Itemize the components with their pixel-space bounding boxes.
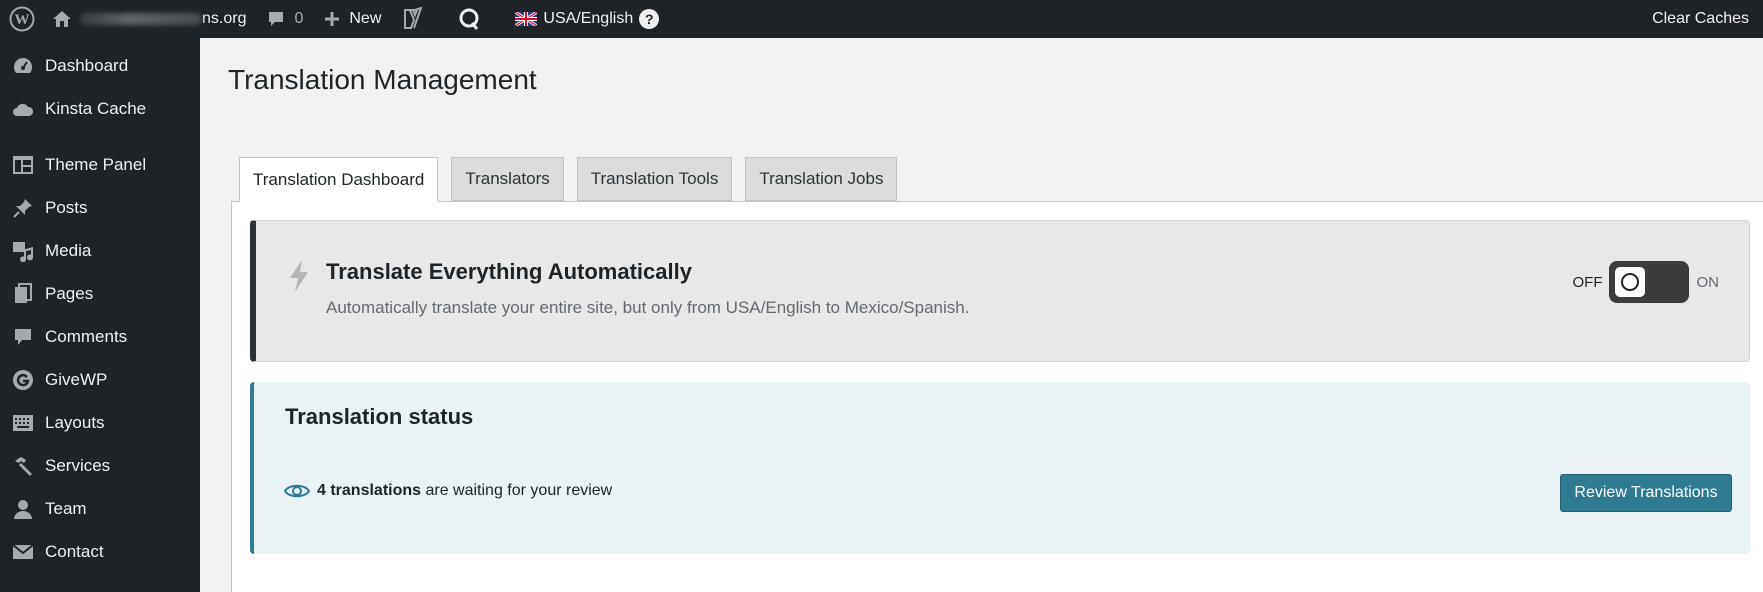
translation-status-title: Translation status [285,404,474,429]
pin-icon [11,196,35,220]
keyboard-icon [11,411,35,435]
site-name-link[interactable]: ns.org [44,0,256,38]
pages-icon [11,282,35,306]
auto-translate-title: Translate Everything Automatically [326,259,692,284]
comments-link[interactable]: 0 [256,0,313,38]
auto-translate-toggle-group: OFF ON [1572,261,1720,303]
admin-bar: W ns.org 0 New USA/English ? Clear Cache… [0,0,1763,38]
sidebar-item-services[interactable]: Services [0,444,200,487]
review-translations-button[interactable]: Review Translations [1560,474,1732,512]
sidebar-item-label: Posts [45,197,88,217]
toggle-off-label: OFF [1572,273,1603,291]
dashboard-icon [11,54,35,78]
clear-caches-button[interactable]: Clear Caches [1642,0,1763,38]
sidebar-item-label: GiveWP [45,369,108,389]
svg-text:W: W [15,12,30,28]
sidebar-item-comments[interactable]: Comments [0,315,200,358]
theme-panel-icon [11,153,35,177]
tab-translation-tools[interactable]: Translation Tools [576,157,733,201]
sidebar-item-kinsta-cache[interactable]: Kinsta Cache [0,87,200,130]
site-name-text: ns.org [202,10,247,27]
eye-icon [284,484,310,498]
home-icon [53,11,71,27]
lightning-bolt-icon [290,260,308,292]
menu-separator [0,130,200,143]
help-icon[interactable]: ? [639,9,660,29]
toggle-on-label: ON [1696,273,1720,291]
sidebar-item-label: Pages [45,283,94,303]
wordpress-logo-icon[interactable]: W [0,0,44,38]
comment-icon [11,325,35,349]
sidebar-item-label: Contact [45,541,104,561]
pending-translations-rest: are waiting for your review [421,482,613,499]
tab-translation-dashboard[interactable]: Translation Dashboard [239,157,439,202]
sidebar-item-dashboard[interactable]: Dashboard [0,44,200,87]
sidebar-item-label: Team [45,498,87,518]
tab-translators[interactable]: Translators [451,157,564,201]
new-label: New [349,10,382,27]
sidebar-item-posts[interactable]: Posts [0,186,200,229]
tab-translation-jobs[interactable]: Translation Jobs [745,157,898,201]
sidebar-item-media[interactable]: Media [0,229,200,272]
sidebar-item-pages[interactable]: Pages [0,272,200,315]
language-label: USA/English [543,10,634,27]
sidebar-item-label: Dashboard [45,55,129,75]
yoast-icon [404,7,423,29]
wpml-icon [459,8,479,30]
sidebar-item-label: Layouts [45,412,105,432]
toggle-circle-icon [1620,273,1639,291]
pending-translations-count: 4 translations [317,482,422,499]
plus-icon [325,12,340,26]
page-title: Translation Management [228,64,537,95]
sidebar-item-givewp[interactable]: GiveWP [0,358,200,401]
sidebar-item-label: Theme Panel [45,154,147,174]
cloud-icon [11,97,35,121]
sidebar-item-label: Services [45,455,111,475]
comments-count: 0 [294,10,304,27]
site-name-blurred [80,13,202,25]
toggle-knob [1614,267,1645,297]
givewp-icon [11,368,35,392]
main-content: Translation Management Translation Dashb… [200,38,1763,592]
user-icon [11,497,35,521]
admin-sidebar: Dashboard Kinsta Cache Theme Panel Posts… [0,38,200,592]
hammer-icon [11,454,35,478]
sidebar-item-layouts[interactable]: Layouts [0,401,200,444]
translation-status-card: Translation status 4 translations are wa… [250,382,1750,554]
sidebar-item-theme-panel[interactable]: Theme Panel [0,143,200,186]
new-content-link[interactable]: New [313,0,391,38]
media-icon [11,239,35,263]
auto-translate-toggle[interactable] [1608,261,1689,303]
sidebar-item-label: Comments [45,326,128,346]
auto-translate-description: Automatically translate your entire site… [326,298,970,317]
tab-bar: Translation Dashboard Translators Transl… [239,157,910,202]
uk-flag-icon [515,12,538,26]
wpml-menu[interactable] [447,0,491,38]
auto-translate-card: Translate Everything Automatically Autom… [250,220,1750,362]
language-switcher[interactable]: USA/English ? [505,0,669,38]
sidebar-item-label: Kinsta Cache [45,98,147,118]
comment-bubble-icon [269,12,284,26]
sidebar-item-label: Media [45,240,92,260]
tab-panel: Translate Everything Automatically Autom… [231,201,1763,592]
sidebar-item-team[interactable]: Team [0,487,200,530]
yoast-menu[interactable] [391,0,433,38]
pending-translations-text: 4 translations are waiting for your revi… [317,482,612,500]
mail-icon [11,540,35,564]
sidebar-item-contact[interactable]: Contact [0,530,200,573]
